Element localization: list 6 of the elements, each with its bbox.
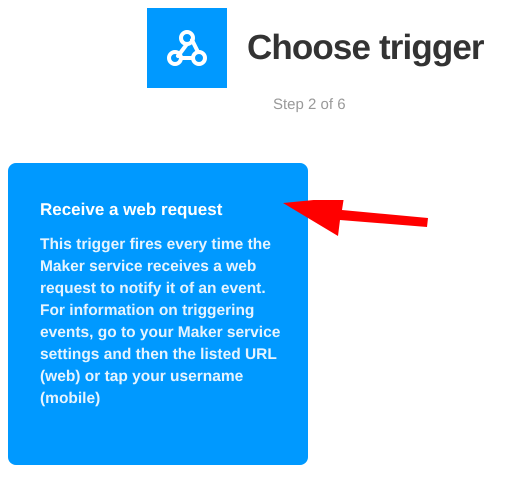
webhook-icon bbox=[167, 29, 207, 67]
trigger-card[interactable] bbox=[8, 162, 308, 464]
step-indicator: Step 2 of 6 bbox=[273, 95, 346, 115]
page-title: Choose trigger bbox=[247, 26, 484, 69]
trigger-description: This trigger fires every time the Maker service receives a web request to notify it of an event. For information on triggering events, go to your Maker service settings and then the listed URL (web) or tap your username (mobile) bbox=[40, 235, 282, 409]
trigger-title: Receive a web request bbox=[40, 198, 222, 220]
